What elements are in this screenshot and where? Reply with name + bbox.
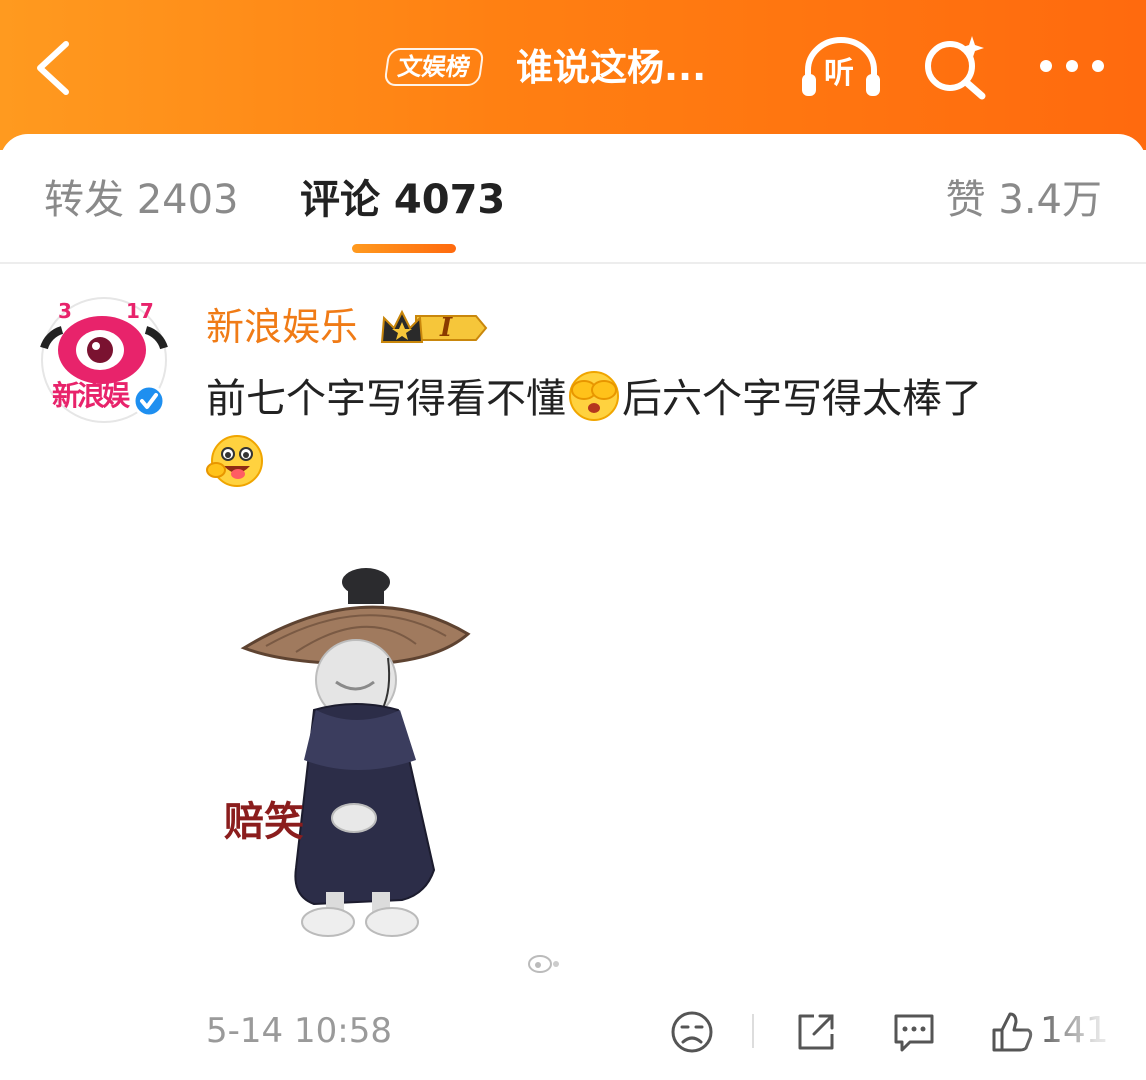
comment-page: 文娱榜 谁说这杨... 听 转发 2403 评论 4073 赞 3.4万 3 1…: [0, 0, 1146, 1080]
listen-label: 听: [824, 56, 854, 91]
dislike-face-icon[interactable]: [668, 1008, 716, 1056]
back-arrow-icon: [37, 41, 69, 95]
sticker-caption: 赔笑: [224, 799, 304, 845]
ranking-tag[interactable]: 文娱榜: [383, 48, 485, 86]
svg-text:17: 17: [126, 299, 154, 323]
comment-username[interactable]: 新浪娱乐: [206, 302, 358, 352]
share-icon[interactable]: [792, 1008, 840, 1056]
crown-vip-icon: [380, 309, 488, 343]
sticker-image[interactable]: 赔笑: [206, 560, 536, 950]
cover-eyes-emoji-icon: [569, 371, 619, 421]
more-dots-icon: [1040, 60, 1104, 72]
listen-button[interactable]: 听: [800, 36, 882, 100]
footer-divider: [752, 1014, 754, 1048]
comment-bubble-icon[interactable]: [890, 1008, 938, 1056]
verified-badge-icon: [132, 384, 166, 418]
comment-timestamp: 5-14 10:58: [206, 1011, 392, 1051]
vip-level: I: [440, 313, 453, 343]
more-button[interactable]: [1036, 50, 1108, 82]
search-sparkle-icon: [925, 36, 986, 100]
weibo-watermark-icon: [528, 955, 559, 973]
tab-like[interactable]: 赞 3.4万: [946, 174, 1102, 226]
comment-text-part2: 后六个字写得太棒了: [622, 376, 982, 422]
vip-badge[interactable]: I: [378, 306, 490, 350]
comment-text-part1: 前七个字写得看不懂: [206, 376, 566, 422]
avatar[interactable]: 3 17 新浪娱: [40, 296, 168, 424]
active-tab-indicator: [352, 244, 456, 253]
page-title: 谁说这杨...: [516, 46, 707, 89]
back-button[interactable]: [30, 38, 80, 98]
comment-body: 前七个字写得看不懂 后六个字写得太棒了: [206, 366, 1106, 429]
tongue-out-emoji-icon: [206, 435, 263, 487]
tab-bar: 转发 2403 评论 4073 赞 3.4万: [0, 134, 1146, 264]
top-bar: 文娱榜 谁说这杨... 听: [0, 0, 1146, 150]
tab-repost[interactable]: 转发 2403: [44, 174, 239, 226]
fade-overlay: [1020, 1000, 1146, 1070]
svg-text:3: 3: [58, 299, 72, 323]
straw-hat-figure-image: [206, 560, 536, 950]
tab-comment[interactable]: 评论 4073: [300, 174, 505, 226]
divider: [0, 262, 1146, 264]
search-button[interactable]: [920, 34, 990, 100]
avatar-label: 新浪娱: [52, 379, 130, 412]
